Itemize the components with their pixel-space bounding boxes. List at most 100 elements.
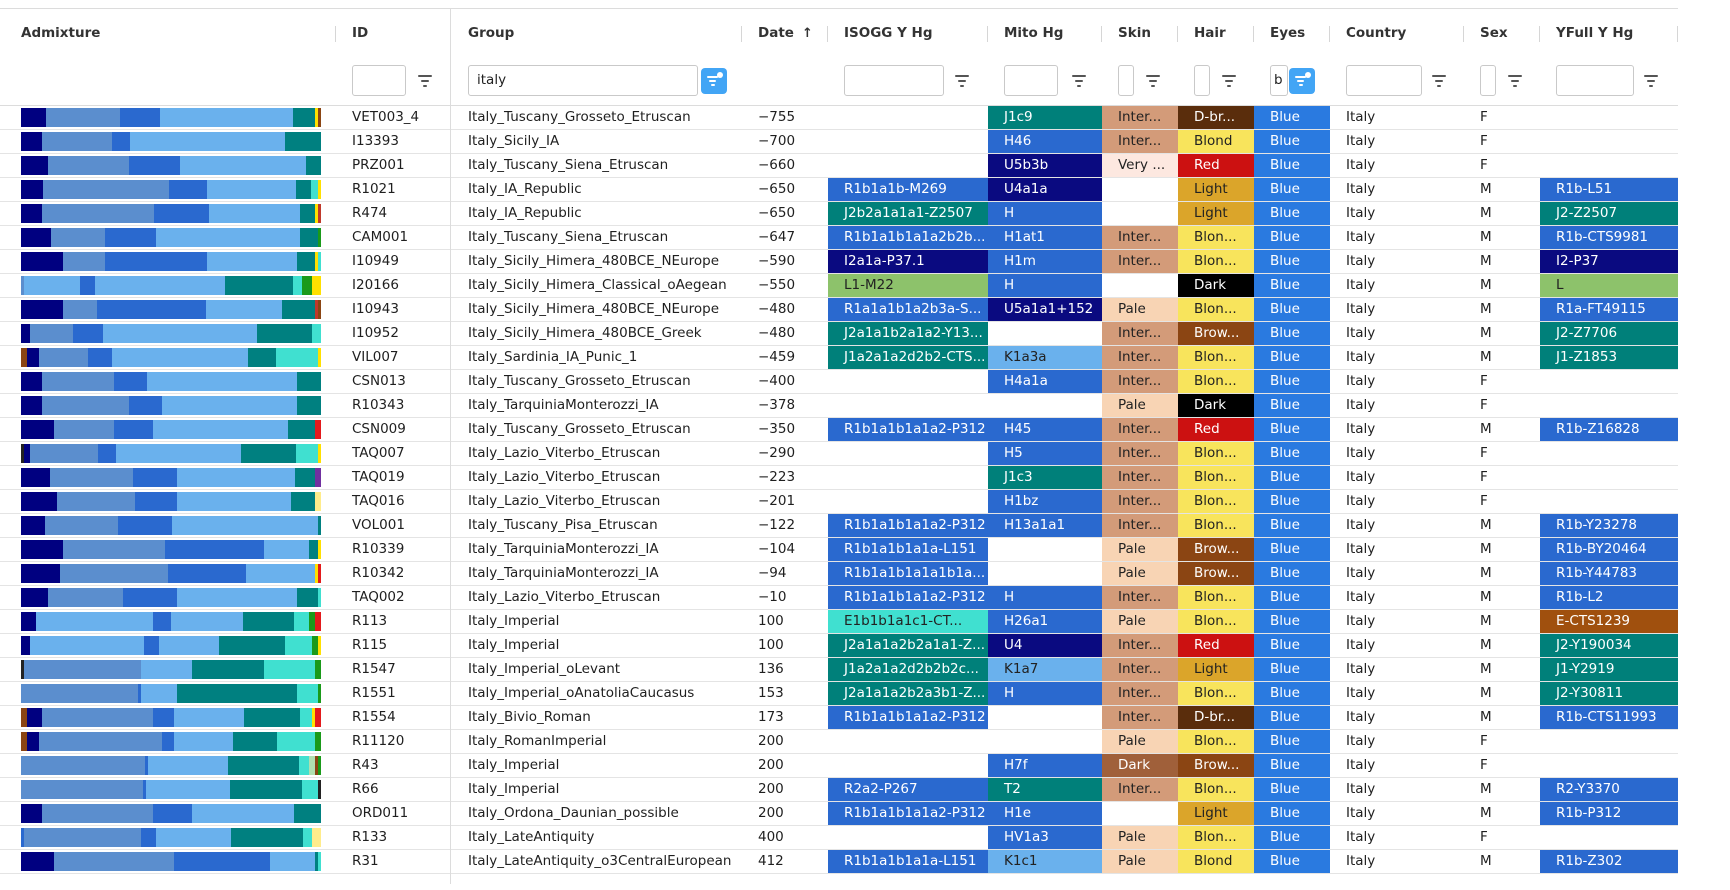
cell-eyes[interactable]: Blue [1254, 346, 1330, 369]
cell-skin[interactable]: Inter... [1102, 778, 1178, 801]
cell-isogg[interactable]: R2a2-P267 [828, 778, 988, 801]
cell-country[interactable]: Italy [1330, 706, 1464, 729]
cell-id[interactable]: R133 [336, 826, 452, 849]
cell-yfull[interactable] [1540, 754, 1678, 777]
column-header-hair[interactable]: Hair [1194, 9, 1254, 57]
cell-date[interactable]: 400 [742, 826, 828, 849]
sort-ascending-icon[interactable]: ↑ [802, 26, 813, 41]
table-row[interactable]: I10943 Italy_Sicily_Himera_480BCE_NEurope… [0, 298, 1678, 322]
table-row[interactable]: I10952 Italy_Sicily_Himera_480BCE_Greek −4… [0, 322, 1678, 346]
cell-country[interactable]: Italy [1330, 418, 1464, 441]
cell-hair[interactable]: Blon... [1178, 490, 1254, 513]
cell-isogg[interactable] [828, 466, 988, 489]
cell-id[interactable]: R1551 [336, 682, 452, 705]
cell-eyes[interactable]: Blue [1254, 322, 1330, 345]
cell-id[interactable]: R66 [336, 778, 452, 801]
cell-country[interactable]: Italy [1330, 346, 1464, 369]
cell-id[interactable]: R1021 [336, 178, 452, 201]
cell-skin[interactable]: Pale [1102, 562, 1178, 585]
table-row[interactable]: R115 Italy_Imperial 100 J2a1a1a2b2a1a1-Z...… [0, 634, 1678, 658]
cell-country[interactable]: Italy [1330, 226, 1464, 249]
cell-group[interactable]: Italy_Imperial [452, 754, 742, 777]
cell-id[interactable]: VET003_4 [336, 106, 452, 129]
cell-sex[interactable]: M [1464, 610, 1540, 633]
cell-id[interactable]: CSN009 [336, 418, 452, 441]
cell-yfull[interactable] [1540, 730, 1678, 753]
cell-mito[interactable]: H1e [988, 802, 1102, 825]
cell-country[interactable]: Italy [1330, 586, 1464, 609]
filter-menu-icon[interactable] [1222, 74, 1238, 88]
column-header-country[interactable]: Country [1346, 9, 1464, 57]
cell-hair[interactable]: Light [1178, 802, 1254, 825]
cell-date[interactable]: −378 [742, 394, 828, 417]
cell-group[interactable]: Italy_IA_Republic [452, 202, 742, 225]
cell-eyes[interactable]: Blue [1254, 706, 1330, 729]
cell-mito[interactable]: K1c1 [988, 850, 1102, 873]
cell-date[interactable]: 173 [742, 706, 828, 729]
cell-isogg[interactable] [828, 106, 988, 129]
cell-skin[interactable]: Inter... [1102, 490, 1178, 513]
table-row[interactable]: TAQ019 Italy_Lazio_Viterbo_Etruscan −223 J1… [0, 466, 1678, 490]
cell-id[interactable]: R1554 [336, 706, 452, 729]
cell-date[interactable]: −650 [742, 178, 828, 201]
cell-country[interactable]: Italy [1330, 394, 1464, 417]
cell-id[interactable]: R11120 [336, 730, 452, 753]
table-row[interactable]: CSN009 Italy_Tuscany_Grosseto_Etruscan −35… [0, 418, 1678, 442]
cell-hair[interactable]: Blon... [1178, 730, 1254, 753]
cell-id[interactable]: R10343 [336, 394, 452, 417]
column-resize-handle[interactable] [1329, 26, 1330, 42]
cell-isogg[interactable]: J2b2a1a1a1-Z2507 [828, 202, 988, 225]
table-row[interactable]: R10339 Italy_TarquiniaMonterozzi_IA −104 R1… [0, 538, 1678, 562]
table-row[interactable]: VIL007 Italy_Sardinia_IA_Punic_1 −459 J1a2a… [0, 346, 1678, 370]
cell-mito[interactable] [988, 538, 1102, 561]
cell-mito[interactable]: H26a1 [988, 610, 1102, 633]
cell-isogg[interactable]: R1b1a1b1a1a2-P312 [828, 706, 988, 729]
cell-date[interactable]: −700 [742, 130, 828, 153]
cell-date[interactable]: 200 [742, 778, 828, 801]
cell-date[interactable]: 412 [742, 850, 828, 873]
column-header-mito[interactable]: Mito Hg [1004, 9, 1102, 57]
cell-eyes[interactable]: Blue [1254, 250, 1330, 273]
cell-mito[interactable]: H46 [988, 130, 1102, 153]
cell-sex[interactable]: F [1464, 106, 1540, 129]
cell-yfull[interactable]: J2-Y30811 [1540, 682, 1678, 705]
column-resize-handle[interactable] [1677, 26, 1678, 42]
cell-eyes[interactable]: Blue [1254, 298, 1330, 321]
filter-menu-icon[interactable] [1432, 74, 1448, 88]
table-row[interactable]: R113 Italy_Imperial 100 E1b1b1a1c1-CT... H26… [0, 610, 1678, 634]
column-resize-handle[interactable] [987, 26, 988, 42]
cell-isogg[interactable]: L1-M22 [828, 274, 988, 297]
cell-yfull[interactable] [1540, 490, 1678, 513]
column-resize-handle[interactable] [1539, 26, 1540, 42]
cell-sex[interactable]: M [1464, 706, 1540, 729]
cell-group[interactable]: Italy_Tuscany_Siena_Etruscan [452, 226, 742, 249]
cell-skin[interactable]: Inter... [1102, 346, 1178, 369]
cell-yfull[interactable] [1540, 154, 1678, 177]
cell-yfull[interactable]: R1a-FT49115 [1540, 298, 1678, 321]
filter-menu-icon[interactable] [1146, 74, 1162, 88]
cell-skin[interactable]: Pale [1102, 298, 1178, 321]
table-row[interactable]: R11120 Italy_RomanImperial 200 Pale Blon... B… [0, 730, 1678, 754]
cell-sex[interactable]: F [1464, 394, 1540, 417]
cell-eyes[interactable]: Blue [1254, 274, 1330, 297]
cell-group[interactable]: Italy_Sicily_Himera_480BCE_NEurope [452, 298, 742, 321]
cell-country[interactable]: Italy [1330, 106, 1464, 129]
cell-sex[interactable]: M [1464, 634, 1540, 657]
cell-group[interactable]: Italy_TarquiniaMonterozzi_IA [452, 538, 742, 561]
cell-id[interactable]: I10943 [336, 298, 452, 321]
cell-sex[interactable]: M [1464, 514, 1540, 537]
cell-id[interactable]: TAQ016 [336, 490, 452, 513]
cell-isogg[interactable]: R1b1a1b-M269 [828, 178, 988, 201]
cell-date[interactable]: −104 [742, 538, 828, 561]
cell-sex[interactable]: F [1464, 754, 1540, 777]
cell-country[interactable]: Italy [1330, 610, 1464, 633]
cell-sex[interactable]: M [1464, 346, 1540, 369]
cell-country[interactable]: Italy [1330, 730, 1464, 753]
filter-input-yfull[interactable] [1556, 65, 1634, 96]
cell-isogg[interactable] [828, 730, 988, 753]
cell-skin[interactable]: Dark [1102, 754, 1178, 777]
cell-sex[interactable]: M [1464, 298, 1540, 321]
cell-yfull[interactable]: R1b-CTS11993 [1540, 706, 1678, 729]
cell-isogg[interactable] [828, 442, 988, 465]
cell-yfull[interactable]: R1b-L51 [1540, 178, 1678, 201]
